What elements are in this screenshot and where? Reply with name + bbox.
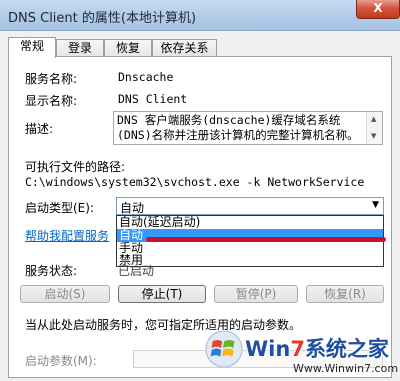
tab-logon[interactable]: 登录 <box>56 39 104 57</box>
chevron-down-icon[interactable]: ▼ <box>372 200 379 210</box>
option-disabled[interactable]: 禁用 <box>117 254 383 267</box>
service-status-label: 服务状态: <box>25 264 78 278</box>
watermark-url: Www.Winwin7.com <box>293 362 399 375</box>
option-auto-delayed[interactable]: 自动(延迟启动) <box>117 216 383 229</box>
watermark-brand: Win7系统之家 <box>245 337 389 361</box>
annotation-underline <box>146 237 386 242</box>
description-text: DNS 客户端服务(dnscache)缓存域名系统(DNS)名称并注册该计算机的… <box>117 113 359 144</box>
help-configure-link[interactable]: 帮助我配置服务 <box>25 227 109 244</box>
description-label: 描述: <box>25 122 54 136</box>
service-status-value: 已启动 <box>118 264 155 278</box>
tab-dependencies[interactable]: 依存关系 <box>152 39 217 57</box>
tab-general[interactable]: 常规 <box>8 37 56 58</box>
watermark-logo: Win7系统之家 Www.Winwin7.com <box>205 326 400 381</box>
service-name-value: Dnscache <box>118 70 174 84</box>
resume-button[interactable]: 恢复(R) <box>306 285 384 303</box>
pause-button[interactable]: 暂停(P) <box>214 285 298 303</box>
description-textbox[interactable]: DNS 客户端服务(dnscache)缓存域名系统(DNS)名称并注册该计算机的… <box>113 111 383 145</box>
startup-type-label: 启动类型(E): <box>25 201 94 215</box>
stop-button[interactable]: 停止(T) <box>118 285 206 303</box>
scroll-down-icon[interactable]: ▼ <box>371 132 376 140</box>
scroll-up-icon[interactable]: ▲ <box>371 115 376 123</box>
close-button[interactable]: X <box>356 0 400 19</box>
display-name-value: DNS Client <box>118 92 188 106</box>
tab-recovery[interactable]: 恢复 <box>104 39 152 57</box>
exe-path-label: 可执行文件的路径: <box>25 160 126 174</box>
exe-path-value: C:\windows\system32\svchost.exe -k Netwo… <box>25 175 365 189</box>
windows-flag-icon <box>205 330 243 368</box>
window-titlebar: DNS Client 的属性(本地计算机) X <box>0 0 400 31</box>
description-scrollbar[interactable]: ▲ ▼ <box>366 112 382 144</box>
window-title: DNS Client 的属性(本地计算机) <box>8 11 197 26</box>
start-params-label: 启动参数(M): <box>25 354 97 368</box>
service-name-label: 服务名称: <box>25 72 78 86</box>
startup-type-value: 自动 <box>120 201 145 215</box>
display-name-label: 显示名称: <box>25 94 78 108</box>
start-button[interactable]: 启动(S) <box>20 285 110 303</box>
startup-type-select[interactable]: 自动 ▼ <box>116 197 384 215</box>
